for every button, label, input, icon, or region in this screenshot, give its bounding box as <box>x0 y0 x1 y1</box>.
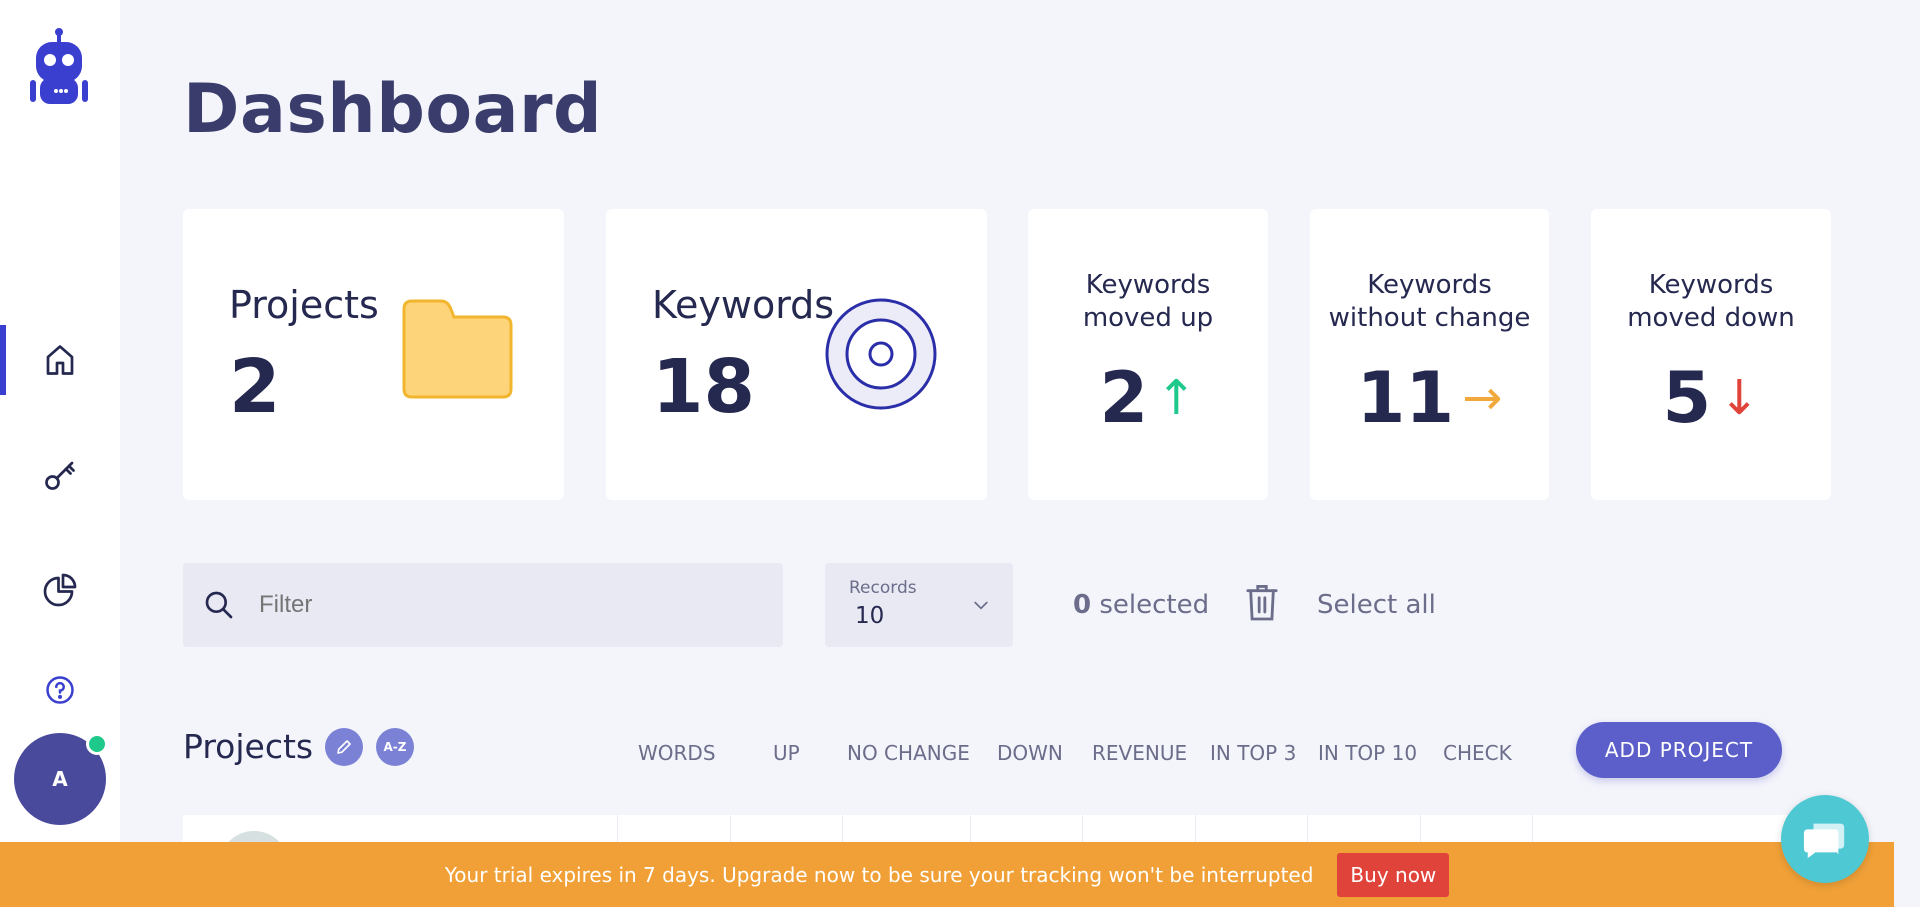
column-header-in-top-3[interactable]: IN TOP 3 <box>1210 741 1296 765</box>
selected-count-number: 0 <box>1073 590 1092 620</box>
edit-projects-button[interactable] <box>325 728 363 766</box>
column-header-in-top-10[interactable]: IN TOP 10 <box>1318 741 1417 765</box>
column-header-up[interactable]: UP <box>773 741 800 765</box>
selected-count-suffix: selected <box>1091 590 1210 620</box>
user-avatar[interactable]: A <box>14 733 108 825</box>
trial-banner-text: Your trial expires in 7 days. Upgrade no… <box>444 862 1314 887</box>
select-all-link[interactable]: Select all <box>1317 590 1436 620</box>
moved-up-label-line2: moved up <box>1082 303 1214 333</box>
no-change-label-line2: without change <box>1328 303 1531 333</box>
keywords-stat-label: Keywords <box>652 283 835 327</box>
records-select[interactable]: Records 10 <box>825 563 1013 647</box>
moved-down-label-line2: moved down <box>1627 303 1795 333</box>
moved-down-value: 5 <box>1662 357 1712 439</box>
moved-up-value-row: 2 ↑ <box>1028 357 1268 439</box>
folder-icon <box>402 299 513 399</box>
sidebar-item-keywords[interactable] <box>0 440 120 510</box>
projects-stat-card: Projects 2 <box>183 209 564 500</box>
no-change-stat-card: Keywords without change 11 → <box>1310 209 1549 500</box>
moved-down-label-line1: Keywords <box>1648 270 1774 300</box>
pencil-icon <box>337 740 351 754</box>
avatar-initial: A <box>52 767 68 791</box>
records-value: 10 <box>855 603 885 629</box>
add-project-button[interactable]: ADD PROJECT <box>1576 722 1782 778</box>
no-change-value-row: 11 → <box>1310 357 1549 439</box>
column-header-revenue[interactable]: REVENUE <box>1092 741 1187 765</box>
page-title: Dashboard <box>183 70 603 149</box>
column-header-words[interactable]: WORDS <box>638 741 716 765</box>
arrow-right-icon: → <box>1462 370 1503 426</box>
projects-stat-value: 2 <box>229 344 281 430</box>
filter-box <box>183 563 783 647</box>
sidebar-item-help[interactable] <box>0 655 120 725</box>
sort-az-button[interactable]: A-Z <box>376 728 414 766</box>
column-header-no-change[interactable]: NO CHANGE <box>847 741 970 765</box>
moved-down-value-row: 5 ↓ <box>1591 357 1831 439</box>
keywords-stat-card: Keywords 18 <box>606 209 987 500</box>
moved-up-value: 2 <box>1099 357 1149 439</box>
target-icon <box>825 298 937 410</box>
online-status-dot <box>86 733 108 755</box>
arrow-down-icon: ↓ <box>1719 370 1760 426</box>
no-change-label: Keywords without change <box>1310 269 1549 335</box>
trial-banner: Your trial expires in 7 days. Upgrade no… <box>0 842 1894 907</box>
key-icon <box>45 461 75 490</box>
moved-down-label: Keywords moved down <box>1591 269 1831 335</box>
column-header-down[interactable]: DOWN <box>997 741 1063 765</box>
arrow-up-icon: ↑ <box>1156 370 1197 426</box>
sidebar-item-reports[interactable] <box>0 555 120 625</box>
pie-chart-icon <box>43 573 77 607</box>
projects-stat-label: Projects <box>229 283 379 327</box>
records-label: Records <box>849 578 917 598</box>
trash-icon <box>1246 585 1278 621</box>
buy-now-button[interactable]: Buy now <box>1337 852 1450 897</box>
moved-up-label-line1: Keywords <box>1085 270 1211 300</box>
no-change-value: 11 <box>1356 357 1455 439</box>
moved-down-stat-card: Keywords moved down 5 ↓ <box>1591 209 1831 500</box>
filter-input[interactable] <box>259 591 739 619</box>
chevron-down-icon <box>974 601 988 610</box>
help-icon <box>46 676 74 704</box>
sidebar: A <box>0 0 120 907</box>
chat-widget-button[interactable] <box>1781 795 1869 883</box>
sidebar-item-dashboard[interactable] <box>0 325 120 395</box>
home-icon <box>46 345 74 375</box>
keywords-stat-value: 18 <box>652 344 755 430</box>
moved-up-label: Keywords moved up <box>1028 269 1268 335</box>
delete-selected-button[interactable] <box>1245 582 1279 626</box>
column-header-check[interactable]: CHECK <box>1443 741 1512 765</box>
moved-up-stat-card: Keywords moved up 2 ↑ <box>1028 209 1268 500</box>
projects-section-title: Projects <box>183 727 314 766</box>
selected-count: 0 selected <box>1073 590 1209 620</box>
search-icon <box>205 591 233 619</box>
robot-logo-icon[interactable] <box>26 26 92 112</box>
chat-icon <box>1803 823 1845 859</box>
no-change-label-line1: Keywords <box>1367 270 1492 300</box>
